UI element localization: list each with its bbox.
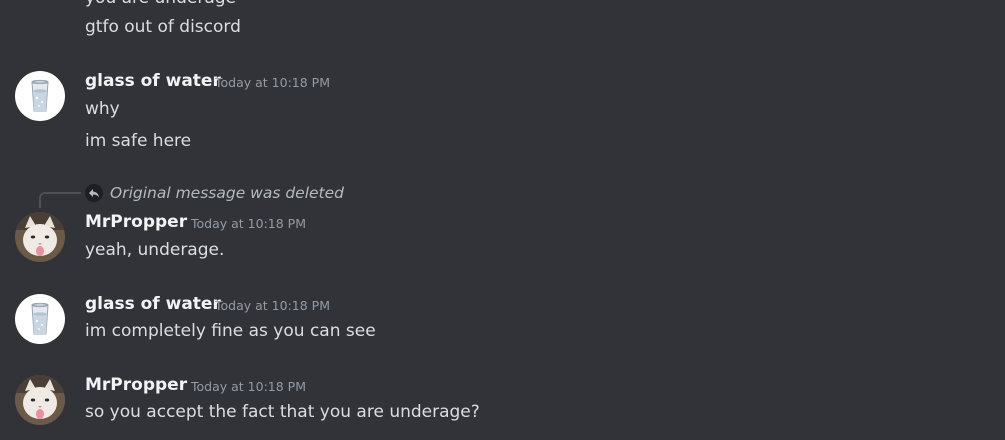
reply-preview-text[interactable]: Original message was deleted xyxy=(110,182,344,204)
timestamp: Today at 10:18 PM xyxy=(191,379,306,394)
reply-connector xyxy=(39,192,81,208)
username[interactable]: MrPropper xyxy=(85,374,187,396)
reply-arrow-icon xyxy=(85,184,103,202)
glass-of-water-icon[interactable] xyxy=(15,294,65,344)
message-text: im completely fine as you can see xyxy=(85,321,376,341)
username[interactable]: glass of water xyxy=(85,293,221,315)
message-text: gtfo out of discord xyxy=(85,17,241,37)
message-text: im safe here xyxy=(85,131,192,151)
message-text: you are underage xyxy=(85,0,236,9)
message-text: why xyxy=(85,99,120,119)
message-text: so you accept the fact that you are unde… xyxy=(85,402,480,422)
message-list: you are underage gtfo out of discord gla… xyxy=(0,0,1005,440)
username[interactable]: MrPropper xyxy=(85,211,187,233)
message-text: yeah, underage. xyxy=(85,240,225,260)
timestamp: Today at 10:18 PM xyxy=(215,75,330,90)
timestamp: Today at 10:18 PM xyxy=(215,298,330,313)
username[interactable]: glass of water xyxy=(85,70,221,92)
glass-of-water-icon[interactable] xyxy=(15,71,65,121)
timestamp: Today at 10:18 PM xyxy=(191,216,306,231)
cat-avatar-icon[interactable] xyxy=(15,212,65,262)
cat-avatar-icon[interactable] xyxy=(15,375,65,425)
